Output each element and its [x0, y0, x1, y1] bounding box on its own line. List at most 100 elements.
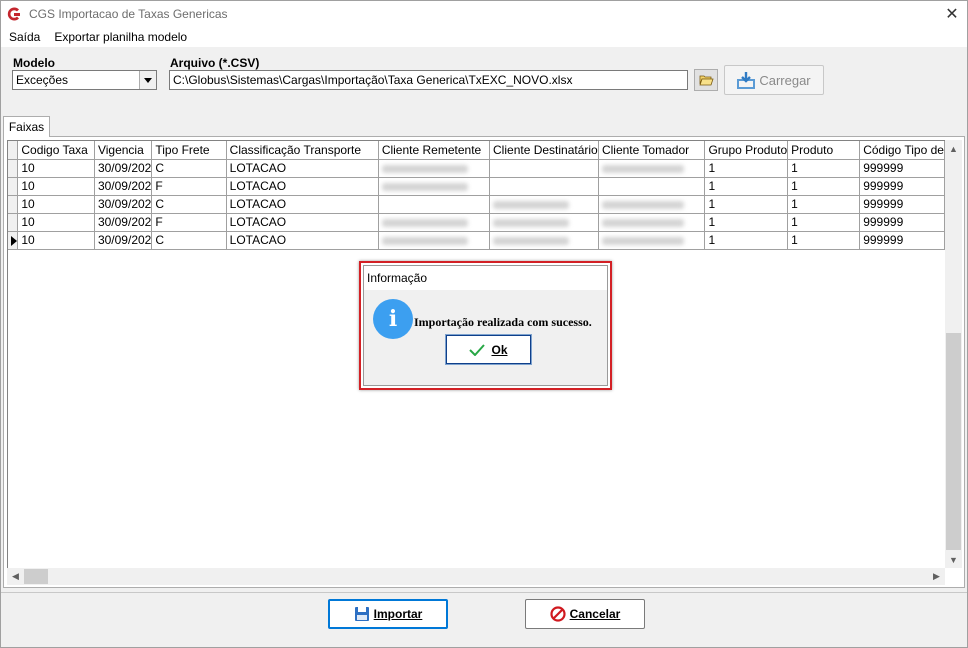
redacted-cell[interactable]	[598, 195, 706, 214]
table-cell[interactable]: C	[151, 231, 227, 250]
menu-item-exportar-planilha[interactable]: Exportar planilha modelo	[54, 30, 187, 44]
column-header[interactable]: Grupo Produto	[704, 141, 789, 160]
vertical-scrollbar[interactable]: ▲ ▼	[945, 140, 962, 568]
table-cell[interactable]: 10	[17, 159, 95, 178]
tab-faixas[interactable]: Faixas	[3, 116, 50, 137]
redacted-cell[interactable]	[378, 231, 491, 250]
carregar-button[interactable]: Carregar	[724, 65, 824, 95]
table-cell[interactable]: 10	[17, 177, 95, 196]
table-cell[interactable]: 1	[704, 159, 789, 178]
redacted-cell[interactable]	[378, 195, 491, 214]
table-cell[interactable]: 1	[787, 159, 861, 178]
redacted-value	[601, 164, 684, 173]
redacted-cell[interactable]	[598, 177, 706, 196]
redacted-cell[interactable]	[489, 159, 599, 178]
redacted-cell[interactable]	[489, 177, 599, 196]
table-cell[interactable]: 30/09/202	[94, 213, 153, 232]
menu-item-saida[interactable]: Saída	[9, 30, 40, 44]
table-row[interactable]: 10 30/09/202 C LOTACAO 1 1 999999	[8, 231, 945, 250]
close-icon[interactable]: ✕	[943, 5, 961, 23]
table-cell[interactable]: 1	[704, 195, 789, 214]
column-header[interactable]: Vigencia	[94, 141, 153, 160]
vertical-scroll-thumb[interactable]	[946, 333, 961, 550]
ok-label: Ok	[491, 342, 508, 357]
table-cell[interactable]: 1	[787, 177, 861, 196]
scroll-down-icon[interactable]: ▼	[945, 551, 962, 568]
table-cell[interactable]: 999999	[859, 213, 945, 232]
table-cell[interactable]: 30/09/202	[94, 195, 153, 214]
table-cell[interactable]: LOTACAO	[226, 159, 379, 178]
table-cell[interactable]: 30/09/202	[94, 159, 153, 178]
table-cell[interactable]: 999999	[859, 195, 945, 214]
table-cell[interactable]: 999999	[859, 231, 945, 250]
table-cell[interactable]: 1	[787, 231, 861, 250]
table-cell[interactable]: 10	[17, 213, 95, 232]
scroll-up-icon[interactable]: ▲	[945, 140, 962, 157]
title-bar: CGS Importacao de Taxas Genericas ✕	[1, 1, 967, 27]
table-row[interactable]: 10 30/09/202 C LOTACAO 1 1 999999	[8, 159, 945, 178]
horizontal-scroll-thumb[interactable]	[24, 569, 48, 584]
table-cell[interactable]: C	[151, 159, 227, 178]
table-row[interactable]: 10 30/09/202 F LOTACAO 1 1 999999	[8, 177, 945, 196]
redacted-cell[interactable]	[598, 231, 706, 250]
table-cell[interactable]: 999999	[859, 177, 945, 196]
table-cell[interactable]: 1	[704, 177, 789, 196]
row-indicator[interactable]	[8, 177, 19, 196]
row-indicator[interactable]	[8, 213, 19, 232]
table-cell[interactable]: 30/09/202	[94, 177, 153, 196]
table-cell[interactable]: LOTACAO	[226, 231, 379, 250]
table-cell[interactable]: 30/09/202	[94, 231, 153, 250]
main-window: CGS Importacao de Taxas Genericas ✕ Saíd…	[0, 0, 968, 648]
checkmark-icon	[469, 343, 486, 356]
importar-button[interactable]: Importar	[328, 599, 448, 629]
table-cell[interactable]: C	[151, 195, 227, 214]
table-cell[interactable]: 1	[787, 195, 861, 214]
table-cell[interactable]: 10	[17, 195, 95, 214]
carregar-label: Carregar	[759, 72, 811, 88]
table-cell[interactable]: F	[151, 177, 227, 196]
column-header[interactable]: Codigo Taxa	[17, 141, 95, 160]
column-header[interactable]: Código Tipo de	[859, 141, 945, 160]
redacted-cell[interactable]	[598, 213, 706, 232]
arquivo-path-input[interactable]: C:\Globus\Sistemas\Cargas\Importação\Tax…	[169, 70, 688, 90]
table-row[interactable]: 10 30/09/202 F LOTACAO 1 1 999999	[8, 213, 945, 232]
table-cell[interactable]: 1	[787, 213, 861, 232]
ok-button[interactable]: Ok	[445, 334, 532, 365]
table-cell[interactable]: 1	[704, 231, 789, 250]
redacted-cell[interactable]	[598, 159, 706, 178]
browse-folder-button[interactable]	[694, 69, 718, 91]
row-indicator[interactable]	[8, 231, 19, 250]
column-header[interactable]: Cliente Remetente	[378, 141, 491, 160]
table-cell[interactable]: LOTACAO	[226, 195, 379, 214]
redacted-cell[interactable]	[489, 231, 599, 250]
chevron-down-icon[interactable]	[139, 71, 156, 89]
cancelar-button[interactable]: Cancelar	[525, 599, 645, 629]
table-cell[interactable]: 999999	[859, 159, 945, 178]
redacted-cell[interactable]	[378, 213, 491, 232]
redacted-cell[interactable]	[378, 159, 491, 178]
column-header[interactable]: Tipo Frete	[151, 141, 227, 160]
table-cell[interactable]: LOTACAO	[226, 213, 379, 232]
footer-divider	[1, 592, 967, 593]
scroll-left-icon[interactable]: ◀	[7, 568, 24, 585]
column-header[interactable]: Produto	[787, 141, 861, 160]
modelo-select[interactable]: Exceções	[12, 70, 157, 90]
redacted-cell[interactable]	[489, 195, 599, 214]
cancelar-mnemonic: Cancelar	[569, 607, 621, 621]
column-header[interactable]: Cliente Destinatário	[489, 141, 599, 160]
row-indicator[interactable]	[8, 159, 19, 178]
column-header[interactable]: Cliente Tomador	[598, 141, 706, 160]
table-cell[interactable]: LOTACAO	[226, 177, 379, 196]
table-cell[interactable]: F	[151, 213, 227, 232]
horizontal-scrollbar[interactable]: ◀ ▶	[7, 568, 945, 585]
table-row[interactable]: 10 30/09/202 C LOTACAO 1 1 999999	[8, 195, 945, 214]
redacted-cell[interactable]	[378, 177, 491, 196]
column-header[interactable]: Classificação Transporte	[226, 141, 379, 160]
table-cell[interactable]: 1	[704, 213, 789, 232]
redacted-cell[interactable]	[489, 213, 599, 232]
dialog-message: Importação realizada com sucesso.	[414, 315, 592, 329]
scroll-right-icon[interactable]: ▶	[928, 568, 945, 585]
redacted-value	[381, 164, 468, 173]
table-cell[interactable]: 10	[17, 231, 95, 250]
row-indicator[interactable]	[8, 195, 19, 214]
